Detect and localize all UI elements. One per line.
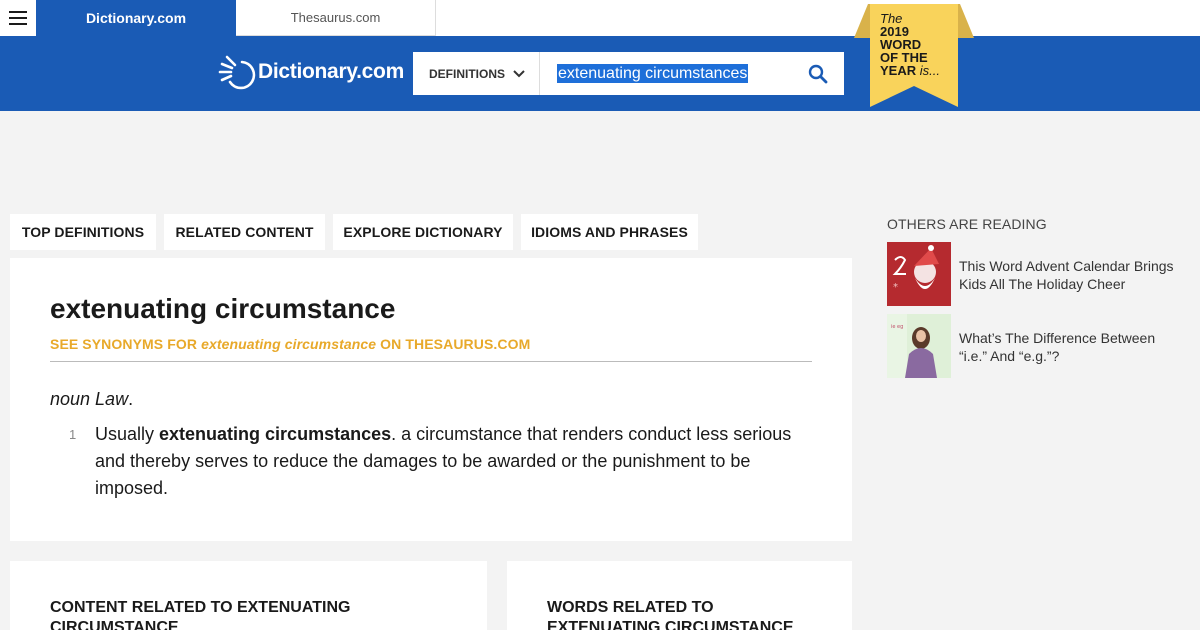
tab-top-definitions[interactable]: TOP DEFINITIONS xyxy=(10,214,156,250)
sidebar-article-link[interactable]: What’s The Difference Between “i.e.” And… xyxy=(959,329,1179,365)
page-title: extenuating circumstance xyxy=(50,293,396,324)
definition-lead: Usually xyxy=(95,424,160,444)
part-of-speech: noun Law. xyxy=(50,389,133,410)
tab-related-content[interactable]: RELATED CONTENT xyxy=(164,214,325,250)
tab-dictionary[interactable]: Dictionary.com xyxy=(36,0,236,36)
search-type-select[interactable]: DEFINITIONS xyxy=(413,52,540,95)
definition-bold-term[interactable]: extenuating circumstances xyxy=(159,424,391,444)
tab-explore-dictionary[interactable]: EXPLORE DICTIONARY xyxy=(333,214,513,250)
definition-number: 1 xyxy=(69,427,77,442)
related-words-title: WORDS RELATED TO EXTENUATING CIRCUMSTANC… xyxy=(547,599,794,630)
related-content-title: CONTENT RELATED TO EXTENUATING CIRCUMSTA… xyxy=(50,599,351,630)
logo-burst-icon xyxy=(218,55,256,90)
search-box: DEFINITIONS extenuating circumstances xyxy=(413,52,844,95)
woty-line5: YEAR xyxy=(880,63,917,78)
hamburger-icon[interactable] xyxy=(0,0,36,36)
site-logo[interactable]: Dictionary.com xyxy=(216,50,404,94)
thesaurus-synonyms-link[interactable]: SEE SYNONYMS FOR extenuating circumstanc… xyxy=(50,336,530,352)
divider xyxy=(50,361,812,362)
definition-text: Usually extenuating circumstances. a cir… xyxy=(95,421,815,502)
search-icon[interactable] xyxy=(808,64,828,84)
search-type-label: DEFINITIONS xyxy=(429,66,506,81)
word-of-year-text[interactable]: The 2019 WORD OF THE YEAR is... xyxy=(880,12,960,77)
tab-thesaurus[interactable]: Thesaurus.com xyxy=(236,0,436,36)
pos-period: . xyxy=(128,389,134,409)
search-input[interactable]: extenuating circumstances xyxy=(557,64,749,83)
tab-idioms-and-phrases[interactable]: IDIOMS AND PHRASES xyxy=(521,214,698,250)
chevron-down-icon xyxy=(513,69,525,77)
site-header: Dictionary.com DEFINITIONS extenuating c… xyxy=(0,36,1200,111)
svg-text:*: * xyxy=(893,282,898,293)
svg-text:ie eg: ie eg xyxy=(891,324,903,330)
synonyms-prefix: SEE SYNONYMS FOR xyxy=(50,336,202,352)
top-bar: Dictionary.com Thesaurus.com xyxy=(0,0,1200,36)
ie-eg-thumbnail[interactable]: ie eg xyxy=(887,314,951,378)
synonyms-word: extenuating circumstance xyxy=(201,336,377,352)
others-reading-heading: OTHERS ARE READING xyxy=(887,216,1047,232)
pos-label: noun Law xyxy=(50,389,129,409)
advent-calendar-thumbnail[interactable]: * xyxy=(887,242,951,306)
logo-text: Dictionary.com xyxy=(258,60,404,83)
sidebar-article-link[interactable]: This Word Advent Calendar Brings Kids Al… xyxy=(959,257,1179,293)
woty-line5-suffix: is... xyxy=(919,63,940,78)
synonyms-suffix: ON THESAURUS.COM xyxy=(376,336,531,352)
